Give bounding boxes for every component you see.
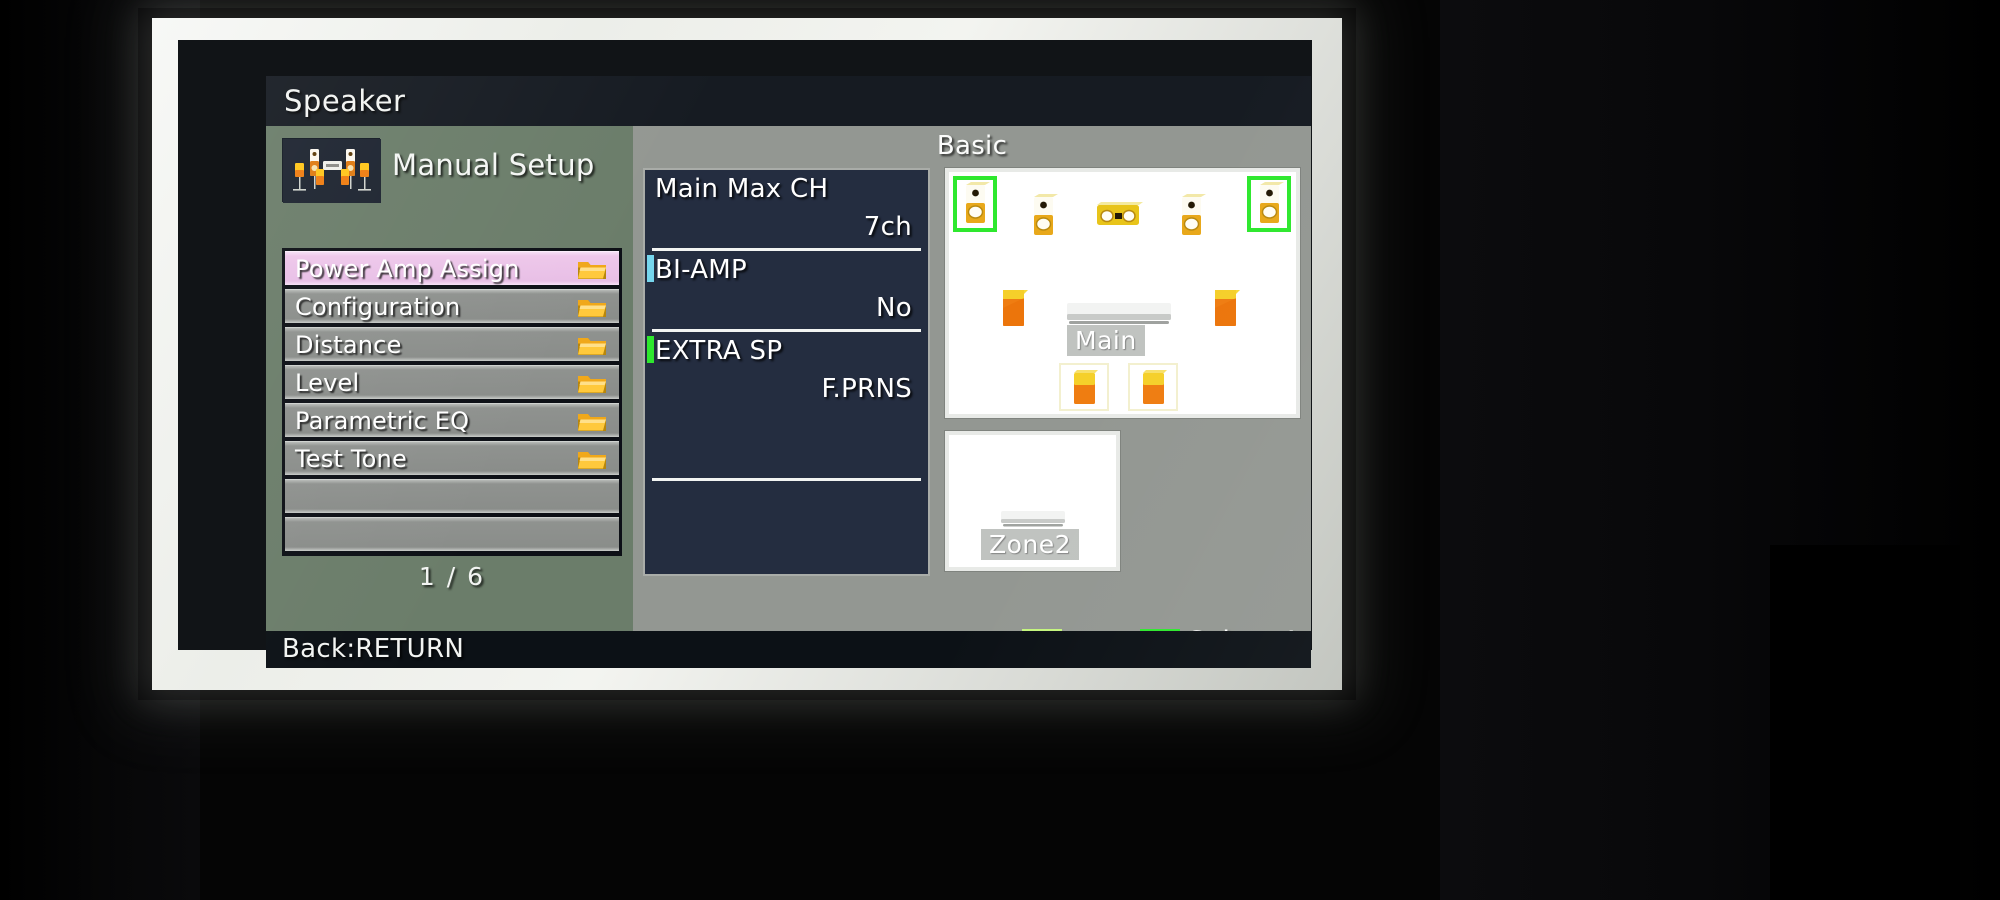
menu-item-label: Test Tone	[295, 444, 407, 473]
room-dark-panel	[1770, 545, 1960, 900]
back-hint: Back:RETURN	[282, 634, 465, 664]
speaker-surround-right	[1215, 290, 1240, 326]
tv-bezel: Speaker Manual Setup Power Amp Assign Co…	[178, 40, 1312, 668]
zone2-av-unit	[1001, 511, 1065, 527]
setting-name: EXTRA SP	[655, 336, 783, 366]
menu-item-empty	[285, 479, 619, 513]
setting-name: BI-AMP	[655, 255, 748, 285]
folder-icon	[577, 335, 607, 356]
folder-icon	[577, 449, 607, 470]
zone2-room-label: Zone2	[981, 529, 1080, 560]
folder-icon	[577, 411, 607, 432]
section-title: Basic	[936, 131, 1008, 161]
menu-item-label: Configuration	[295, 292, 461, 321]
osd-title-bar: Speaker	[266, 76, 1311, 126]
setting-value: F.PRNS	[821, 374, 912, 404]
osd-screen: Speaker Manual Setup Power Amp Assign Co…	[266, 76, 1311, 668]
setting-extra-sp[interactable]: EXTRA SP F.PRNS	[645, 332, 928, 404]
manual-setup-label: Manual Setup	[392, 148, 595, 182]
menu-item-test-tone[interactable]: Test Tone	[285, 441, 619, 475]
sidebar: Manual Setup Power Amp Assign Configurati…	[266, 126, 633, 631]
zone2-room-diagram[interactable]: Zone2	[944, 430, 1121, 572]
tv-frame: Speaker Manual Setup Power Amp Assign Co…	[152, 18, 1342, 690]
speaker-center	[1097, 202, 1143, 225]
speaker-presence-left	[1034, 194, 1058, 235]
setting-bi-amp[interactable]: BI-AMP No	[645, 251, 928, 323]
setting-main-max-ch[interactable]: Main Max CH 7ch	[645, 170, 928, 242]
menu-item-distance[interactable]: Distance	[285, 327, 619, 361]
content-panel: Basic Main Max CH 7ch BI-AMP No EXTRA SP F.PR…	[633, 126, 1311, 668]
menu-item-configuration[interactable]: Configuration	[285, 289, 619, 323]
speaker-presence-right	[1182, 194, 1206, 235]
menu-item-label: Level	[295, 368, 360, 397]
page-title: Speaker	[284, 84, 406, 118]
main-room-diagram[interactable]: Main	[944, 167, 1301, 419]
setting-name: Main Max CH	[655, 174, 829, 204]
menu-item-label: Parametric EQ	[295, 406, 470, 435]
menu-item-empty	[285, 517, 619, 551]
setting-value: No	[876, 293, 912, 323]
menu-item-level[interactable]: Level	[285, 365, 619, 399]
folder-icon	[577, 297, 607, 318]
setting-divider	[652, 478, 921, 481]
settings-panel: Main Max CH 7ch BI-AMP No EXTRA SP F.PRNS	[643, 168, 930, 576]
menu-item-label: Power Amp Assign	[295, 254, 520, 283]
setting-value: 7ch	[863, 212, 912, 242]
av-receiver-unit	[1067, 303, 1171, 324]
speaker-surround-back-left	[1059, 363, 1109, 411]
menu-item-power-amp-assign[interactable]: Power Amp Assign	[285, 251, 619, 285]
speaker-front-left	[953, 176, 997, 232]
osd-footer: Back:RETURN	[266, 631, 1311, 668]
menu-item-label: Distance	[295, 330, 402, 359]
menu-list: Power Amp Assign Configuration Distance Lev…	[282, 248, 622, 556]
speaker-surround-back-right	[1128, 363, 1178, 411]
speaker-front-right	[1247, 176, 1291, 232]
speaker-setup-icon	[282, 138, 381, 203]
folder-icon	[577, 373, 607, 394]
photo-root: Speaker Manual Setup Power Amp Assign Co…	[0, 0, 2000, 900]
menu-item-parametric-eq[interactable]: Parametric EQ	[285, 403, 619, 437]
folder-icon	[577, 259, 607, 280]
page-counter: 1 / 6	[418, 562, 486, 591]
speaker-surround-left	[1003, 290, 1028, 326]
main-room-label: Main	[1067, 325, 1145, 356]
